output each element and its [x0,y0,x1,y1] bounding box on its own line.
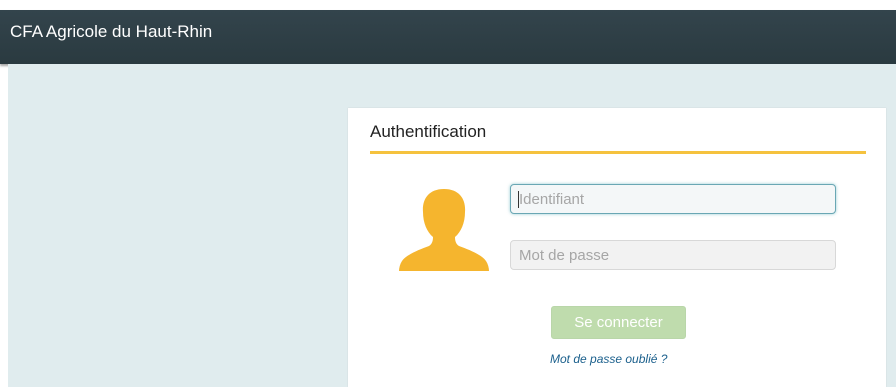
panel-title: Authentification [370,122,487,141]
login-page: CFA Agricole du Haut-Rhin Authentificati… [0,0,896,387]
username-input[interactable] [510,184,836,214]
login-button[interactable]: Se connecter [551,306,686,339]
brand-title[interactable]: CFA Agricole du Haut-Rhin [10,10,212,54]
password-input[interactable] [510,240,836,270]
login-panel: Authentification Se connecter Mot de pas… [348,108,886,387]
forgot-password-link[interactable]: Mot de passe oublié ? [550,352,667,366]
title-underline [370,151,866,154]
top-navbar: CFA Agricole du Haut-Rhin [0,10,896,64]
user-silhouette-icon [399,189,489,271]
text-cursor [518,191,519,208]
